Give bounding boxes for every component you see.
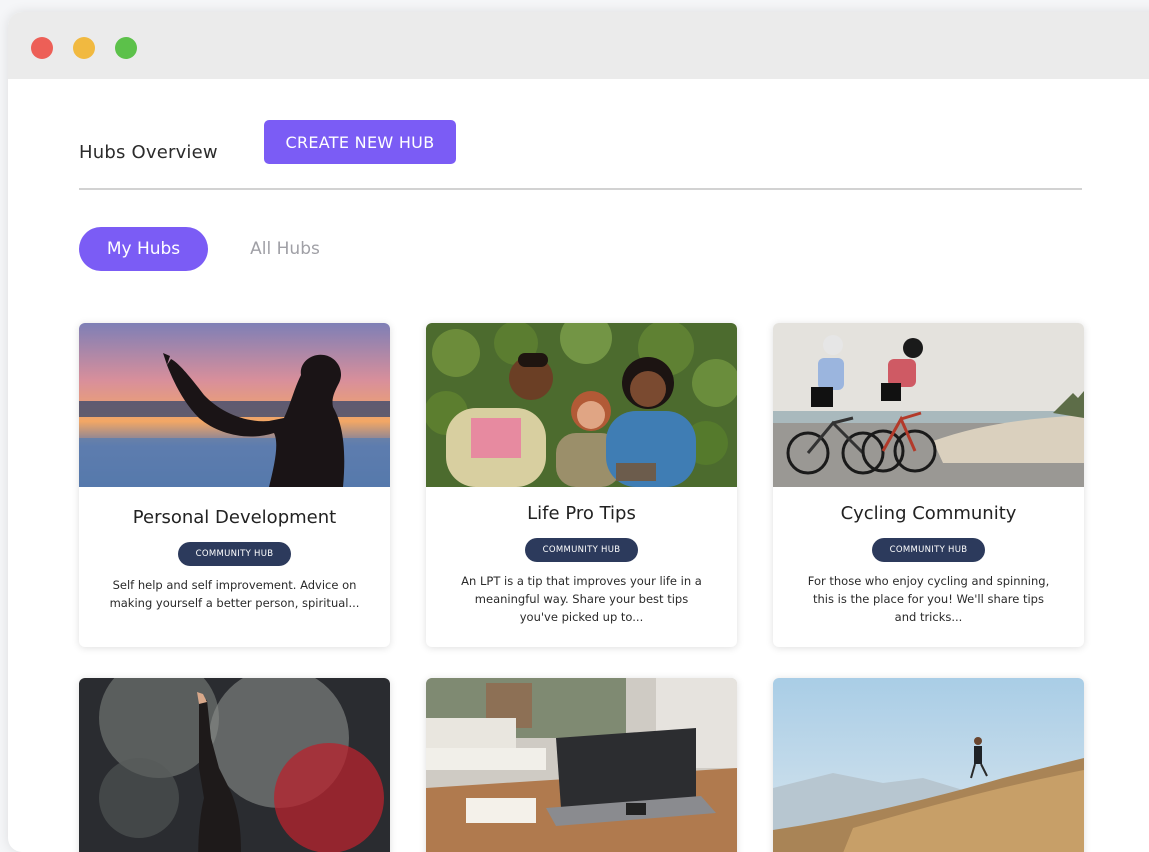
tab-all-hubs[interactable]: All Hubs (245, 227, 325, 271)
hill-runner-photo (773, 678, 1084, 852)
hub-description: For those who enjoy cycling and spinning… (807, 574, 1050, 624)
friends-laughing-photo (426, 323, 737, 487)
hub-title: Cycling Community (840, 503, 1017, 524)
maximize-window-button[interactable] (115, 37, 137, 59)
hub-type-badge: COMMUNITY HUB (525, 538, 638, 562)
hub-card-life-pro-tips[interactable]: Life Pro Tips COMMUNITY HUB An LPT is a … (426, 323, 737, 647)
hub-type-badge: COMMUNITY HUB (178, 542, 291, 566)
concert-dancer-photo (79, 678, 390, 852)
hub-card-personal-development[interactable]: Personal Development COMMUNITY HUB Self … (79, 323, 390, 647)
close-window-button[interactable] (31, 37, 53, 59)
header-divider (79, 188, 1082, 190)
hub-card-6[interactable] (773, 678, 1084, 852)
tab-my-hubs[interactable]: My Hubs (79, 227, 208, 271)
cyclists-beach-photo (773, 323, 1084, 487)
page-title: Hubs Overview (79, 142, 218, 163)
hub-title: Personal Development (132, 507, 337, 528)
create-new-hub-button[interactable]: CREATE NEW HUB (264, 120, 456, 164)
hub-type-badge: COMMUNITY HUB (872, 538, 985, 562)
hub-description: An LPT is a tip that improves your life … (461, 574, 702, 624)
hub-description: Self help and self improvement. Advice o… (109, 578, 360, 610)
silhouette-sunset-photo (79, 323, 390, 487)
hub-card-5[interactable] (426, 678, 737, 852)
page-content: Hubs Overview CREATE NEW HUB My Hubs All… (8, 79, 1149, 852)
minimize-window-button[interactable] (73, 37, 95, 59)
hub-card-4[interactable] (79, 678, 390, 852)
hub-card-cycling-community[interactable]: Cycling Community COMMUNITY HUB For thos… (773, 323, 1084, 647)
browser-window: Hubs Overview CREATE NEW HUB My Hubs All… (8, 12, 1149, 852)
hub-title: Life Pro Tips (527, 503, 636, 524)
window-titlebar (8, 12, 1149, 79)
desk-laptop-photo (426, 678, 737, 852)
